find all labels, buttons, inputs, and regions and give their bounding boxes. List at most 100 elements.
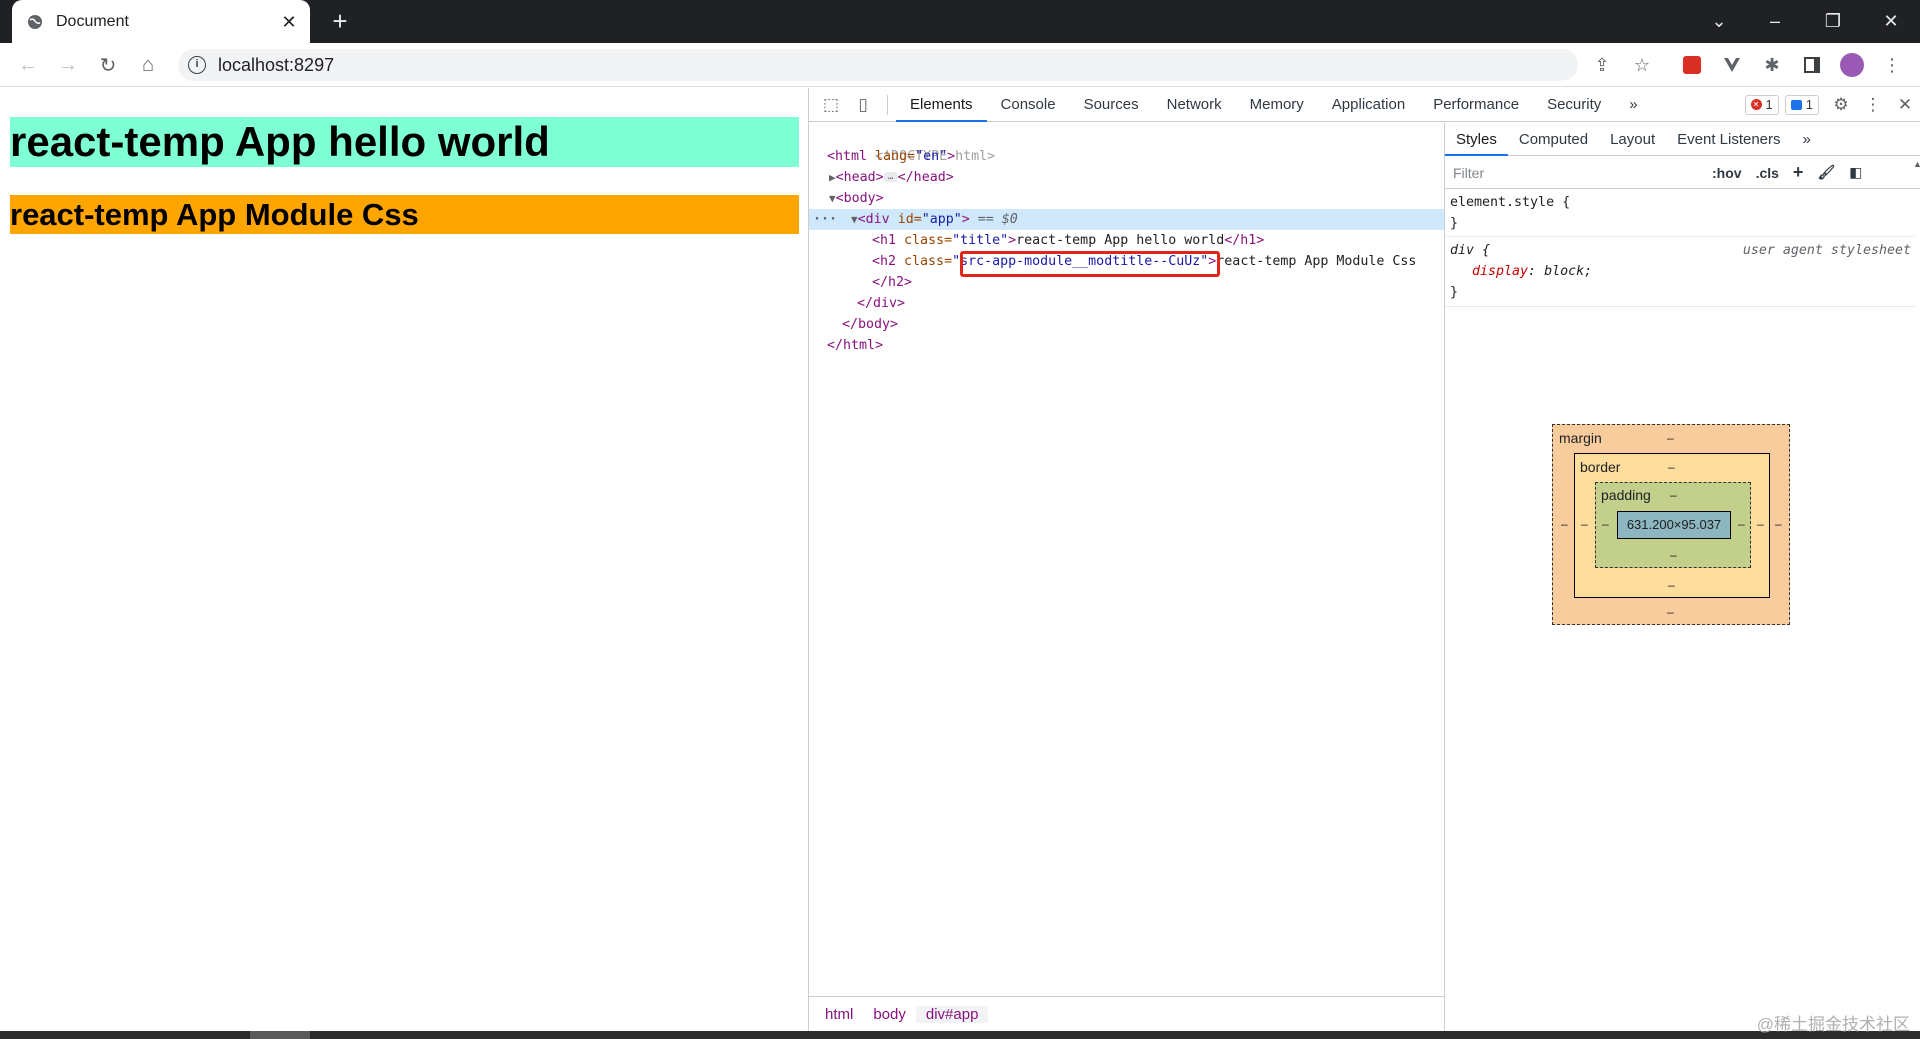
border-top-value[interactable]: –: [1668, 460, 1675, 474]
tab-sources[interactable]: Sources: [1070, 88, 1153, 122]
box-model-content-size[interactable]: 631.200×95.037: [1617, 511, 1731, 539]
node-actions-menu[interactable]: ···: [813, 212, 837, 227]
browser-tab[interactable]: Document ✕: [12, 0, 310, 43]
globe-icon: [26, 13, 44, 31]
breadcrumb-body[interactable]: body: [863, 1006, 916, 1023]
class-toggle[interactable]: .cls: [1756, 165, 1779, 181]
padding-right-value[interactable]: –: [1738, 517, 1745, 531]
display-property[interactable]: display: [1472, 264, 1528, 279]
close-devtools-icon[interactable]: ✕: [1889, 88, 1920, 122]
dom-node-h1[interactable]: <h1 class="title">react-temp App hello w…: [809, 230, 1444, 251]
error-count-badge[interactable]: ✕ 1: [1744, 94, 1779, 115]
tab-network[interactable]: Network: [1153, 88, 1236, 122]
collapse-triangle-icon[interactable]: ▼: [829, 192, 836, 205]
forward-button[interactable]: →: [54, 51, 82, 79]
h2-open-tag: <h2: [872, 254, 897, 269]
scroll-up-arrow-icon[interactable]: ▲: [1913, 159, 1920, 169]
toolbar-divider: [887, 94, 888, 115]
display-value[interactable]: block;: [1544, 264, 1592, 279]
sidebar-scrollbar[interactable]: ▲: [1912, 123, 1920, 1031]
h1-close-tag: </h1>: [1224, 233, 1265, 248]
toggle-sidebar-icon[interactable]: ◧: [1849, 164, 1862, 181]
box-model-padding[interactable]: padding – – – – 631.200×95.037: [1595, 482, 1751, 568]
border-left-value[interactable]: –: [1581, 517, 1588, 531]
error-count: 1: [1765, 96, 1773, 112]
html-open-tag: <html: [827, 149, 868, 164]
back-button[interactable]: ←: [14, 51, 42, 79]
border-right-value[interactable]: –: [1757, 517, 1764, 531]
div-user-agent-rule[interactable]: div { user agent stylesheet display: blo…: [1445, 237, 1915, 307]
profile-avatar[interactable]: [1840, 53, 1864, 77]
margin-left-value[interactable]: –: [1561, 517, 1568, 531]
element-style-rule[interactable]: element.style { }: [1445, 189, 1915, 237]
collapse-triangle-icon[interactable]: ▼: [851, 213, 858, 226]
new-rule-icon[interactable]: +: [1793, 162, 1804, 183]
margin-bottom-value[interactable]: –: [1667, 605, 1674, 619]
breadcrumb-div-app[interactable]: div#app: [915, 1005, 989, 1023]
dom-node-head[interactable]: ▶<head>… </head>: [809, 167, 1444, 188]
tab-security[interactable]: Security: [1533, 88, 1615, 122]
minimize-button[interactable]: –: [1752, 6, 1798, 36]
box-model-border[interactable]: border – – – – padding – – – – 631.200×9…: [1574, 453, 1770, 598]
padding-bottom-value[interactable]: –: [1670, 548, 1677, 562]
html-close-tag: </html>: [827, 338, 884, 353]
extensions-puzzle-icon[interactable]: ✱: [1760, 53, 1784, 77]
dom-node-div-close[interactable]: </div>: [809, 293, 1444, 314]
tab-console[interactable]: Console: [987, 88, 1070, 122]
devtools-menu-icon[interactable]: ⋮: [1857, 88, 1889, 122]
close-window-button[interactable]: ✕: [1868, 6, 1914, 36]
box-model-margin[interactable]: margin – – – – border – – – – padding – …: [1552, 424, 1790, 625]
gear-icon[interactable]: ⚙: [1825, 88, 1857, 122]
close-tab-icon[interactable]: ✕: [280, 13, 298, 31]
div-close-tag: </div>: [857, 296, 906, 311]
restore-button[interactable]: ❐: [1810, 6, 1856, 36]
address-bar[interactable]: i localhost:8297: [178, 49, 1578, 81]
tab-search-icon[interactable]: ⌄: [1696, 6, 1742, 36]
tab-application[interactable]: Application: [1318, 88, 1419, 122]
expand-triangle-icon[interactable]: ▶: [829, 171, 836, 184]
dom-node-body[interactable]: ▼<body>: [809, 188, 1444, 209]
tab-computed[interactable]: Computed: [1508, 123, 1599, 156]
tab-memory[interactable]: Memory: [1236, 88, 1318, 122]
tab-performance[interactable]: Performance: [1419, 88, 1533, 122]
share-icon[interactable]: ⇪: [1590, 53, 1614, 77]
margin-right-value[interactable]: –: [1775, 517, 1782, 531]
new-tab-button[interactable]: +: [326, 8, 354, 36]
breadcrumb: html body div#app: [809, 996, 1444, 1031]
vue-devtools-icon[interactable]: [1720, 53, 1744, 77]
page-title-heading: react-temp App hello world: [10, 117, 799, 167]
bookmark-star-icon[interactable]: ☆: [1630, 53, 1654, 77]
class-value: "title": [952, 233, 1009, 248]
message-count-badge[interactable]: 1: [1784, 94, 1819, 115]
dom-node-div-app[interactable]: ··· ▼<div id="app"> == $0: [809, 209, 1444, 230]
device-toolbar-icon[interactable]: ▯: [847, 88, 879, 122]
site-info-icon[interactable]: i: [188, 56, 206, 74]
browser-menu-icon[interactable]: ⋮: [1880, 53, 1904, 77]
padding-top-value[interactable]: –: [1670, 488, 1677, 502]
side-panel-icon[interactable]: [1800, 53, 1824, 77]
inspect-element-icon[interactable]: ⬚: [815, 88, 847, 122]
reload-button[interactable]: ↻: [94, 51, 122, 79]
tab-styles[interactable]: Styles: [1445, 123, 1508, 156]
extension-icon[interactable]: [1680, 53, 1704, 77]
tab-layout[interactable]: Layout: [1599, 123, 1666, 156]
div-open-tag: <div: [857, 212, 890, 227]
dom-node-body-close[interactable]: </body>: [809, 314, 1444, 335]
more-tabs-button[interactable]: »: [1615, 88, 1651, 122]
dom-node-doctype[interactable]: <!DOCTYPE html>: [809, 125, 1444, 164]
collapsed-ellipsis-icon[interactable]: …: [883, 172, 898, 182]
margin-top-value[interactable]: –: [1667, 431, 1674, 445]
home-button[interactable]: ⌂: [134, 51, 162, 79]
tab-elements[interactable]: Elements: [896, 88, 987, 122]
dom-node-html[interactable]: <html lang="en">: [809, 146, 1444, 167]
tag-end: >: [961, 212, 970, 227]
styles-filter-input[interactable]: [1453, 160, 1698, 185]
breadcrumb-html[interactable]: html: [815, 1006, 863, 1023]
hover-state-toggle[interactable]: :hov: [1712, 165, 1742, 181]
border-bottom-value[interactable]: –: [1668, 578, 1675, 592]
tab-event-listeners[interactable]: Event Listeners: [1666, 123, 1791, 156]
dom-node-html-close[interactable]: </html>: [809, 335, 1444, 356]
padding-left-value[interactable]: –: [1602, 517, 1609, 531]
paint-icon[interactable]: 🖌: [1817, 164, 1835, 181]
more-sidebar-tabs-button[interactable]: »: [1792, 123, 1822, 156]
